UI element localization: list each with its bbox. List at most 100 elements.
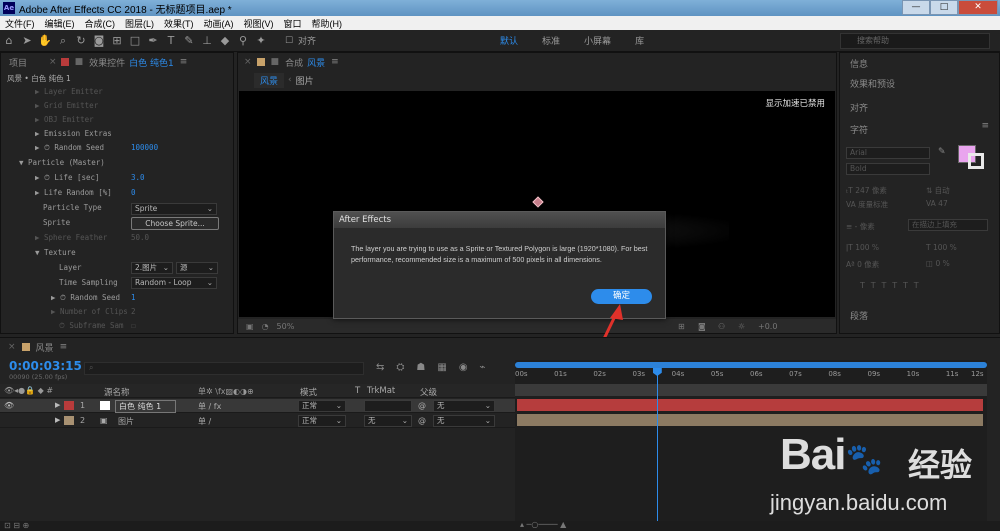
breadcrumb-comp[interactable]: 风景 <box>254 72 285 88</box>
tab-timeline-comp[interactable]: 风景 <box>36 341 54 354</box>
expand-layer-icon[interactable]: ▶ <box>55 416 60 424</box>
lock-icon[interactable]: ■ <box>271 57 280 67</box>
prop-emission-extras[interactable]: ▶ Emission Extras <box>1 129 231 143</box>
draft-3d-icon[interactable]: ⛭ <box>396 362 404 373</box>
col-mode[interactable]: 模式 <box>300 386 317 398</box>
eyedropper-icon[interactable]: ✎ <box>938 147 946 157</box>
expand-layer-icon[interactable]: ▶ <box>55 401 60 409</box>
exposure-value[interactable]: +0.0 <box>758 322 777 331</box>
prop-random-seed[interactable]: ▶ ⏱ Random Seed 100000 <box>1 143 231 157</box>
zoom-tool-icon[interactable]: ⌕ <box>55 33 71 49</box>
layer-bar-1[interactable] <box>517 399 983 411</box>
time-ruler[interactable]: 00s 01s 02s 03s 04s 05s 06s 07s 08s 09s 10s 11s 12s <box>515 369 987 383</box>
rotate-tool-icon[interactable]: ↻ <box>73 33 89 49</box>
life-random-value[interactable]: 0 <box>131 188 136 197</box>
panel-paragraph[interactable]: 段落 <box>850 309 868 322</box>
stroke-color-swatch[interactable] <box>968 153 984 169</box>
search-help-input[interactable]: 搜索帮助 <box>840 33 990 49</box>
font-size-field[interactable]: ₜT 247 像素 <box>846 185 887 196</box>
timeline-search-input[interactable]: ⌕ <box>84 362 364 375</box>
panel-info[interactable]: 信息 <box>850 57 868 70</box>
panel-align[interactable]: 对齐 <box>850 101 868 114</box>
panel-menu-icon[interactable]: ≡ <box>60 342 68 352</box>
close-button[interactable]: ✕ <box>958 0 998 15</box>
tab-effect-layer-name[interactable]: 白色 纯色1 <box>129 56 174 69</box>
tab-composition-label[interactable]: 合成 <box>285 56 303 69</box>
layer-label-color[interactable] <box>64 416 74 425</box>
layer-row-2[interactable]: ▶ 2 ▣ 图片 单 / 正常 ⌄ 无 ⌄ @ 无 ⌄ <box>0 414 515 428</box>
trkmat-dropdown[interactable] <box>364 400 412 412</box>
kerning-field[interactable]: VA 度量标准 <box>846 199 888 210</box>
col-parent[interactable]: 父级 <box>420 386 437 398</box>
layer-switches[interactable]: 单 / <box>198 416 211 427</box>
panel-menu-icon[interactable]: ≡ <box>981 121 989 131</box>
panel-menu-icon[interactable]: ≡ <box>331 57 339 67</box>
work-area-bar[interactable] <box>515 362 987 368</box>
graph-editor-icon[interactable]: ⌁ <box>480 362 486 373</box>
particle-type-dropdown[interactable]: Sprite ⌄ <box>131 203 217 215</box>
horizontal-scale-field[interactable]: T 100 % <box>926 243 957 252</box>
current-timecode[interactable]: 0:00:03:15 <box>9 359 82 373</box>
puppet-tool-icon[interactable]: ✦ <box>253 33 269 49</box>
pen-tool-icon[interactable]: ✒ <box>145 33 161 49</box>
menu-window[interactable]: 窗口 <box>279 17 307 30</box>
menu-edit[interactable]: 编辑(E) <box>40 17 80 30</box>
prop-layer-emitter[interactable]: ▶ Layer Emitter <box>1 87 231 101</box>
parent-dropdown[interactable]: 无 ⌄ <box>433 400 495 412</box>
layer-name[interactable]: 图片 <box>118 416 134 427</box>
grid-icon[interactable]: ⊞ <box>678 322 685 331</box>
panel-character[interactable]: 字符 <box>850 123 868 136</box>
type-tool-icon[interactable]: T <box>163 33 179 49</box>
random-seed-value[interactable]: 100000 <box>131 143 158 152</box>
prop-obj-emitter[interactable]: ▶ OBJ Emitter <box>1 115 231 129</box>
menu-help[interactable]: 帮助(H) <box>307 17 348 30</box>
close-icon[interactable]: × <box>8 342 16 352</box>
comp-mini-flowchart-icon[interactable]: ⇆ <box>376 362 384 373</box>
menu-file[interactable]: 文件(F) <box>0 17 40 30</box>
menu-effect[interactable]: 效果(T) <box>159 17 199 30</box>
menu-composition[interactable]: 合成(C) <box>80 17 121 30</box>
text-style-buttons[interactable]: TTTTTT <box>860 281 925 290</box>
workspace-library[interactable]: 库 <box>635 34 644 47</box>
texture-source-dropdown[interactable]: 源 ⌄ <box>176 262 218 274</box>
leading-field[interactable]: ⇅ 自动 <box>926 185 950 196</box>
tab-project[interactable]: 项目 <box>9 56 27 69</box>
col-trkmat[interactable]: TrkMat <box>367 386 395 396</box>
rectangle-tool-icon[interactable]: □ <box>127 33 143 49</box>
tab-effect-controls[interactable]: 效果控件 <box>89 56 125 69</box>
status-icons[interactable]: ⊡ ⊟ ⊕ <box>4 521 29 530</box>
snapshot-icon[interactable]: ◔ <box>262 322 269 331</box>
menu-layer[interactable]: 图层(L) <box>120 17 159 30</box>
prop-grid-emitter[interactable]: ▶ Grid Emitter <box>1 101 231 115</box>
layer-name[interactable]: 白色 纯色 1 <box>115 400 177 413</box>
zoom-dropdown[interactable]: 50% <box>277 322 295 331</box>
layer-row-1[interactable]: 👁 ▶ 1 白色 纯色 1 单 / fx 正常 ⌄ @ 无 ⌄ <box>0 399 515 413</box>
home-icon[interactable]: ⌂ <box>1 33 17 49</box>
tsume-field[interactable]: ◫ 0 % <box>926 259 950 268</box>
zoom-slider-icon[interactable]: ▴ ─○──── ▲ <box>520 520 566 529</box>
col-t[interactable]: T <box>355 386 360 396</box>
workspace-default[interactable]: 默认 <box>500 34 518 47</box>
texture-layer-dropdown[interactable]: 2.图片 ⌄ <box>131 262 173 274</box>
visibility-icon[interactable]: 👁 <box>4 401 14 410</box>
life-value[interactable]: 3.0 <box>131 173 145 182</box>
prop-subframe-sampling[interactable]: ⏱ Subframe Sam ☐ <box>1 321 231 335</box>
prop-texture[interactable]: ▼ Texture <box>1 248 231 262</box>
breadcrumb-layer[interactable]: 图片 <box>296 74 314 87</box>
camera-tool-icon[interactable]: ◙ <box>91 33 107 49</box>
roto-brush-tool-icon[interactable]: ⚲ <box>235 33 251 49</box>
menu-animation[interactable]: 动画(A) <box>199 17 239 30</box>
panel-menu-icon[interactable]: ≡ <box>180 57 188 67</box>
lock-icon[interactable]: ■ <box>75 57 84 67</box>
fast-preview-icon[interactable]: ☼ <box>738 322 745 331</box>
prop-texture-random-seed[interactable]: ▶ ⏱ Random Seed 1 <box>1 293 231 307</box>
prop-number-of-clips[interactable]: ▶ Number of Clips 2 <box>1 307 231 321</box>
tab-composition-name[interactable]: 风景 <box>307 56 325 69</box>
trkmat-dropdown[interactable]: 无 ⌄ <box>364 415 412 427</box>
layer-mode-dropdown[interactable]: 正常 ⌄ <box>298 400 346 412</box>
font-family-dropdown[interactable]: Arial <box>846 147 930 159</box>
layer-label-color[interactable] <box>64 401 74 410</box>
close-icon[interactable]: × <box>244 57 252 67</box>
particle-emitter-icon[interactable] <box>532 196 544 208</box>
parent-dropdown[interactable]: 无 ⌄ <box>433 415 495 427</box>
